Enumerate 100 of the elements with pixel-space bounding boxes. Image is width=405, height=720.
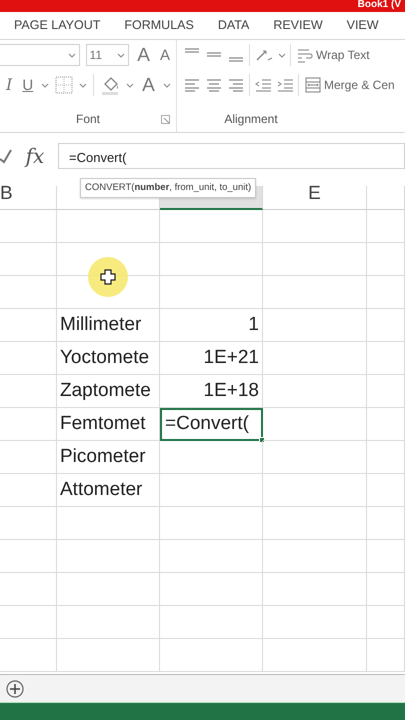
table-cell[interactable] [263, 540, 367, 573]
table-cell[interactable]: Yoctomete [57, 342, 160, 375]
table-cell[interactable] [0, 441, 57, 474]
table-cell[interactable] [263, 342, 367, 375]
table-cell[interactable]: =Convert( [160, 408, 263, 441]
table-cell[interactable] [263, 408, 367, 441]
italic-button[interactable]: I [4, 77, 14, 93]
font-color-button[interactable]: A [140, 76, 157, 94]
table-cell[interactable] [0, 210, 57, 243]
table-cell[interactable] [160, 507, 263, 540]
table-cell[interactable] [57, 639, 160, 672]
table-cell[interactable] [367, 243, 405, 276]
fill-color-icon[interactable] [100, 75, 120, 95]
table-cell[interactable] [263, 309, 367, 342]
add-sheet-icon[interactable] [6, 680, 24, 698]
ribbon-tab[interactable]: REVIEW [273, 16, 323, 35]
table-cell[interactable] [57, 573, 160, 606]
table-cell[interactable]: Femtomet [57, 408, 160, 441]
caret-icon[interactable] [126, 81, 134, 89]
caret-icon[interactable] [278, 51, 286, 59]
table-cell[interactable] [57, 606, 160, 639]
font-size-field[interactable]: 11 [86, 44, 130, 66]
table-cell[interactable] [367, 210, 405, 243]
table-cell[interactable] [57, 210, 160, 243]
table-cell[interactable] [160, 606, 263, 639]
table-cell[interactable] [367, 408, 405, 441]
table-cell[interactable] [367, 276, 405, 309]
table-cell[interactable] [367, 474, 405, 507]
table-cell[interactable] [0, 639, 57, 672]
table-cell[interactable] [263, 474, 367, 507]
grow-font-button[interactable]: A [135, 46, 152, 64]
table-cell[interactable]: Attometer [57, 474, 160, 507]
table-cell[interactable] [0, 243, 57, 276]
ribbon-tab[interactable]: PAGE LAYOUT [14, 16, 100, 35]
table-cell[interactable] [367, 606, 405, 639]
table-cell[interactable] [160, 474, 263, 507]
table-cell[interactable] [263, 243, 367, 276]
underline-button[interactable]: U [20, 78, 36, 92]
table-cell[interactable] [160, 540, 263, 573]
caret-icon[interactable] [117, 51, 126, 59]
caret-icon[interactable] [79, 81, 88, 89]
ribbon-tab[interactable]: VIEW [346, 16, 379, 35]
table-cell[interactable] [160, 276, 263, 309]
table-cell[interactable] [0, 309, 57, 342]
caret-icon[interactable] [41, 81, 50, 89]
table-cell[interactable] [263, 606, 367, 639]
shrink-font-button[interactable]: A [158, 48, 172, 62]
table-cell[interactable] [367, 375, 405, 408]
table-cell[interactable] [367, 441, 405, 474]
table-cell[interactable]: Millimeter [57, 309, 160, 342]
table-cell[interactable] [367, 507, 405, 540]
table-cell[interactable] [0, 507, 57, 540]
table-cell[interactable] [57, 540, 160, 573]
table-cell[interactable] [160, 210, 263, 243]
formula-tooltip: CONVERT(number, from_unit, to_unit) [80, 178, 256, 198]
table-cell[interactable] [0, 276, 57, 309]
formula-field[interactable]: =Convert( [58, 143, 405, 169]
dialog-launcher-icon[interactable] [161, 115, 170, 124]
font-name-field[interactable] [0, 44, 80, 66]
table-cell[interactable] [263, 573, 367, 606]
table-cell[interactable] [263, 276, 367, 309]
ribbon-tab[interactable]: FORMULAS [124, 16, 194, 35]
table-cell[interactable]: Picometer [57, 441, 160, 474]
table-cell[interactable] [0, 540, 57, 573]
table-cell[interactable] [0, 474, 57, 507]
wrap-text-button[interactable]: Wrap Text [295, 46, 372, 64]
table-cell[interactable] [160, 639, 263, 672]
table-cell[interactable]: 1 [160, 309, 263, 342]
column-header[interactable]: B [0, 186, 57, 210]
table-cell[interactable] [0, 606, 57, 639]
table-cell[interactable] [0, 342, 57, 375]
table-cell[interactable] [57, 507, 160, 540]
table-cell[interactable] [160, 441, 263, 474]
table-cell[interactable] [263, 441, 367, 474]
ribbon-tab[interactable]: DATA [218, 16, 250, 35]
column-header[interactable]: E [263, 186, 367, 210]
table-cell[interactable] [160, 573, 263, 606]
cursor-highlight [88, 257, 128, 297]
table-cell[interactable] [0, 573, 57, 606]
table-cell[interactable] [160, 243, 263, 276]
function-button[interactable]: fx [16, 141, 54, 171]
caret-icon[interactable] [162, 81, 171, 89]
table-cell[interactable] [263, 375, 367, 408]
borders-icon[interactable] [55, 76, 74, 94]
table-cell[interactable]: 1E+21 [160, 342, 263, 375]
table-cell[interactable] [367, 342, 405, 375]
merge-center-button[interactable]: Merge & Cen [303, 76, 397, 94]
table-cell[interactable] [263, 210, 367, 243]
table-cell[interactable] [367, 309, 405, 342]
checkmark-icon[interactable] [0, 148, 12, 164]
table-cell[interactable] [367, 540, 405, 573]
table-cell[interactable] [0, 408, 57, 441]
table-cell[interactable] [0, 375, 57, 408]
table-cell[interactable] [263, 639, 367, 672]
caret-icon[interactable] [68, 51, 76, 59]
table-cell[interactable] [263, 507, 367, 540]
table-cell[interactable]: 1E+18 [160, 375, 263, 408]
table-cell[interactable] [367, 639, 405, 672]
table-cell[interactable] [367, 573, 405, 606]
table-cell[interactable]: Zaptomete [57, 375, 160, 408]
